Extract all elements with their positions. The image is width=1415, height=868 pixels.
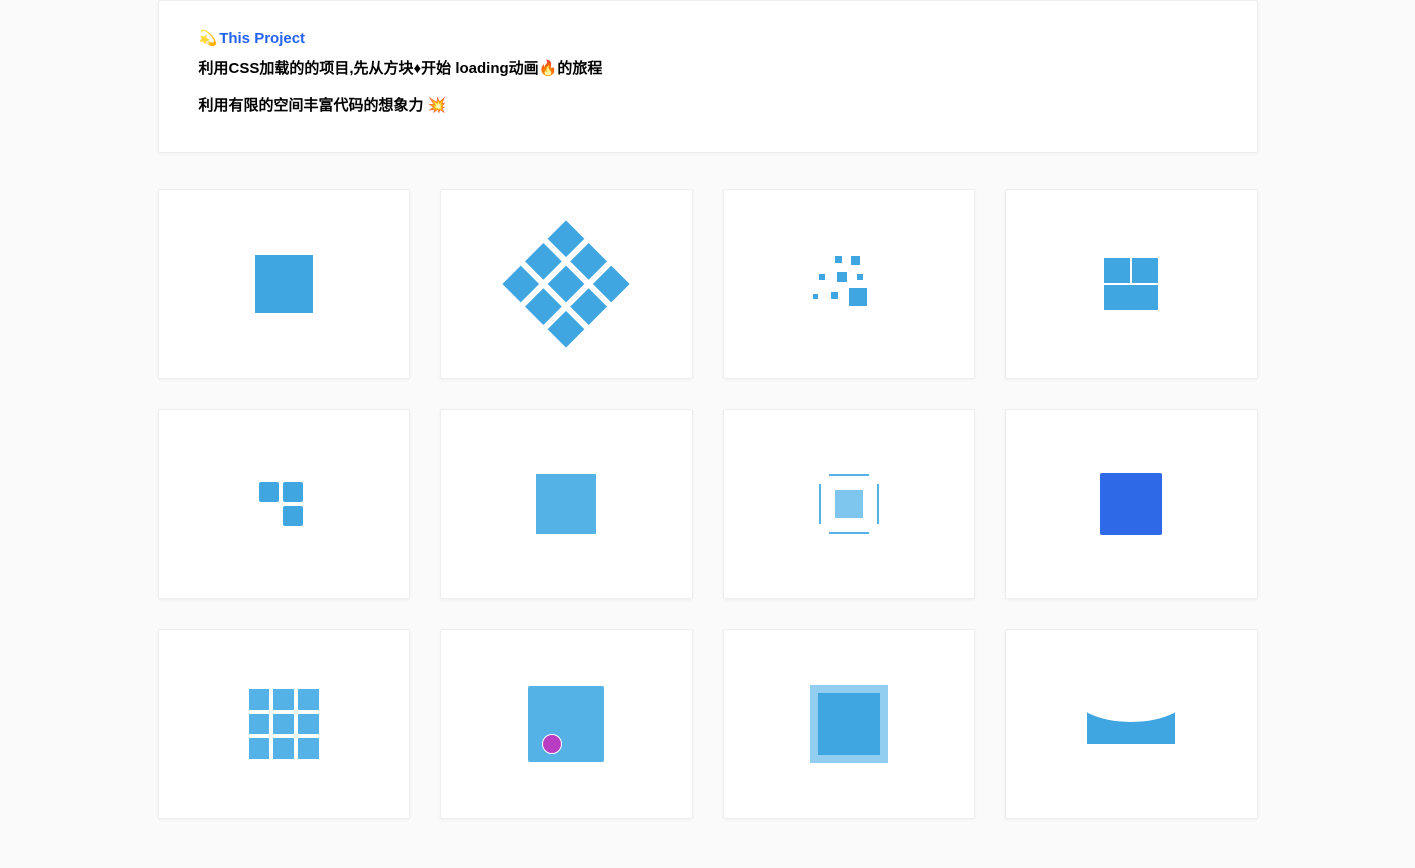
loader-card-l-shape[interactable] (158, 409, 411, 599)
square-icon (255, 255, 313, 313)
loader-card-solid-square[interactable] (158, 189, 411, 379)
loader-card-three-tile[interactable] (1005, 189, 1258, 379)
pixel-scatter-icon (813, 256, 885, 312)
grid-3x3-icon (249, 689, 319, 759)
project-title-text: This Project (219, 30, 305, 47)
loader-card-3x3-grid[interactable] (158, 629, 411, 819)
project-title: 💫 This Project (199, 29, 1217, 47)
loader-card-diamond-grid[interactable] (440, 189, 693, 379)
three-tile-icon (1104, 258, 1158, 310)
loader-grid (53, 189, 1363, 819)
square-dot-icon (528, 686, 604, 762)
page-container: 💫 This Project 利用CSS加载的的项目,先从方块♦开始 loadi… (53, 0, 1363, 819)
diamond-grid-icon (503, 220, 630, 347)
bracket-square-icon (819, 474, 879, 534)
l-shape-icon (259, 482, 309, 526)
project-header-card: 💫 This Project 利用CSS加载的的项目,先从方块♦开始 loadi… (158, 0, 1258, 153)
square-pulse-icon (536, 474, 596, 534)
solid-blue-icon (1100, 473, 1162, 535)
loader-card-square-pulse[interactable] (440, 409, 693, 599)
loader-card-square-dot[interactable] (440, 629, 693, 819)
concentric-square-icon (810, 685, 888, 763)
loader-card-concentric-square[interactable] (723, 629, 976, 819)
project-description-line-2: 利用有限的空间丰富代码的想象力 💥 (199, 92, 1217, 121)
project-description-line-1: 利用CSS加载的的项目,先从方块♦开始 loading动画🔥的旅程 (199, 55, 1217, 84)
loader-card-bracket-square[interactable] (723, 409, 976, 599)
loader-card-arc-wave[interactable] (1005, 629, 1258, 819)
loader-card-solid-blue[interactable] (1005, 409, 1258, 599)
loader-card-pixel-scatter[interactable] (723, 189, 976, 379)
arc-wave-icon (1087, 704, 1175, 744)
purple-dot-icon (542, 734, 562, 754)
sparkle-icon: 💫 (199, 29, 218, 47)
